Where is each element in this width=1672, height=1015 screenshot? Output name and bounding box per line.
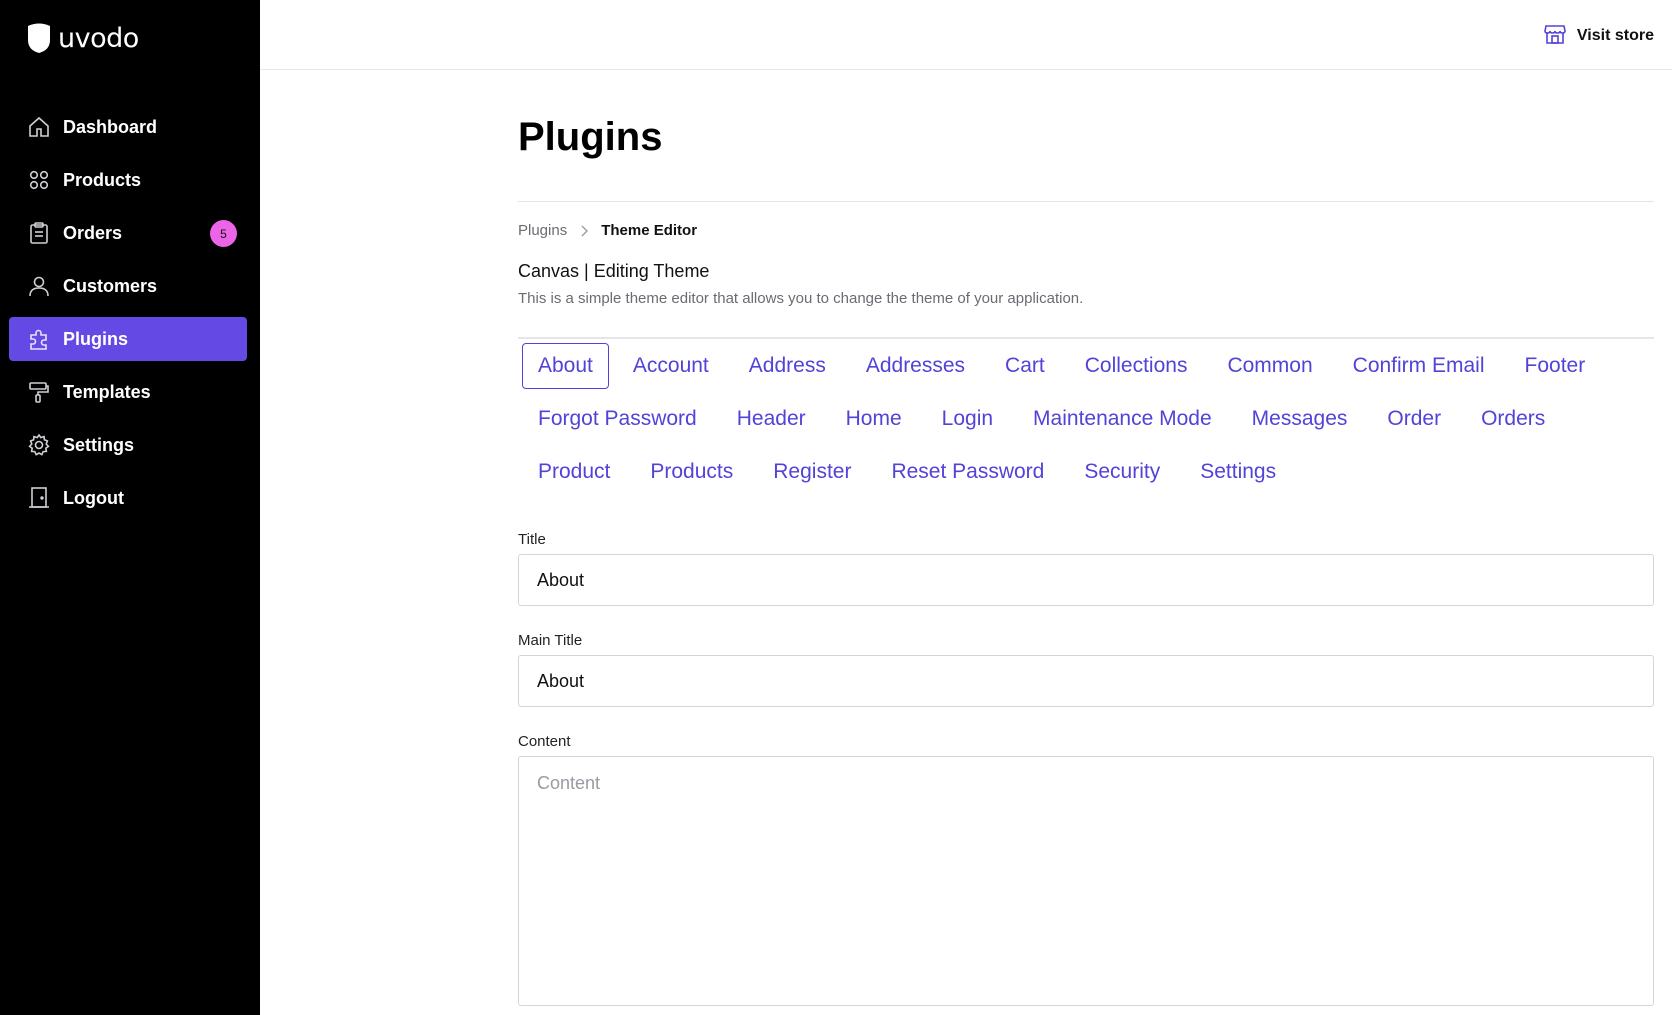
- sidebar-item-label: Logout: [63, 487, 124, 508]
- tab-account[interactable]: Account: [617, 343, 725, 389]
- topbar: Visit store: [260, 0, 1672, 70]
- tab-collections[interactable]: Collections: [1069, 343, 1204, 389]
- title-label: Title: [518, 531, 546, 548]
- content-textarea[interactable]: [518, 756, 1654, 1006]
- tab-home[interactable]: Home: [830, 396, 918, 442]
- tab-orders[interactable]: Orders: [1465, 396, 1561, 442]
- home-icon: [27, 115, 51, 139]
- sidebar-item-dashboard[interactable]: Dashboard: [9, 105, 247, 149]
- visit-store-link[interactable]: Visit store: [1543, 22, 1654, 50]
- sidebar-nav: Dashboard Products Orders 5 Customers Pl…: [9, 105, 247, 529]
- sidebar-item-label: Templates: [63, 381, 151, 402]
- paint-roller-icon: [27, 380, 51, 404]
- sidebar: uvodo Dashboard Products Orders 5 Custom…: [0, 0, 260, 1015]
- sidebar-item-plugins[interactable]: Plugins: [9, 317, 247, 361]
- breadcrumb-parent[interactable]: Plugins: [518, 222, 567, 239]
- tab-security[interactable]: Security: [1068, 449, 1176, 495]
- visit-store-label: Visit store: [1576, 27, 1654, 44]
- tab-product[interactable]: Product: [522, 449, 626, 495]
- sidebar-item-label: Customers: [63, 275, 158, 296]
- tabs-divider: [518, 337, 1654, 339]
- sidebar-item-label: Orders: [63, 222, 123, 243]
- sidebar-item-customers[interactable]: Customers: [9, 264, 247, 308]
- main-title-field-group: Main Title: [518, 632, 1654, 707]
- sidebar-item-orders[interactable]: Orders 5: [9, 211, 247, 255]
- clipboard-icon: [27, 221, 51, 245]
- tab-common[interactable]: Common: [1211, 343, 1328, 389]
- section-description: This is a simple theme editor that allow…: [518, 290, 1084, 307]
- logo-shield-icon: [28, 23, 50, 53]
- main-title-label: Main Title: [518, 632, 583, 649]
- brand-name: uvodo: [58, 22, 139, 54]
- tab-footer[interactable]: Footer: [1509, 343, 1602, 389]
- sidebar-item-label: Products: [63, 169, 142, 190]
- sidebar-item-templates[interactable]: Templates: [9, 370, 247, 414]
- content-field-group: Content: [518, 733, 1654, 1010]
- grid-icon: [27, 168, 51, 192]
- tab-messages[interactable]: Messages: [1236, 396, 1364, 442]
- tab-register[interactable]: Register: [757, 449, 867, 495]
- sidebar-item-products[interactable]: Products: [9, 158, 247, 202]
- title-input[interactable]: [518, 554, 1654, 606]
- tab-confirm-email[interactable]: Confirm Email: [1337, 343, 1501, 389]
- breadcrumb-current: Theme Editor: [601, 222, 698, 239]
- tab-about[interactable]: About: [522, 343, 609, 389]
- tab-forgot-password[interactable]: Forgot Password: [522, 396, 713, 442]
- main-title-input[interactable]: [518, 655, 1654, 707]
- title-divider: [518, 201, 1654, 202]
- sidebar-item-label: Plugins: [63, 328, 129, 349]
- theme-section-tabs: About Account Address Addresses Cart Collecti…: [518, 343, 1654, 502]
- section-title: Canvas | Editing Theme: [518, 261, 710, 281]
- tab-products[interactable]: Products: [634, 449, 749, 495]
- tab-order[interactable]: Order: [1371, 396, 1457, 442]
- tab-reset-password[interactable]: Reset Password: [875, 449, 1060, 495]
- puzzle-icon: [27, 327, 51, 351]
- breadcrumb: Plugins Theme Editor: [518, 222, 1654, 239]
- tab-maintenance-mode[interactable]: Maintenance Mode: [1017, 396, 1228, 442]
- content-label: Content: [518, 733, 571, 750]
- door-icon: [27, 486, 51, 510]
- title-field-group: Title: [518, 531, 1654, 606]
- sidebar-item-settings[interactable]: Settings: [9, 423, 247, 467]
- tab-login[interactable]: Login: [926, 396, 1009, 442]
- tab-cart[interactable]: Cart: [989, 343, 1061, 389]
- tab-settings[interactable]: Settings: [1184, 449, 1292, 495]
- page-title: Plugins: [518, 115, 663, 159]
- sidebar-item-label: Dashboard: [63, 116, 158, 137]
- tab-header[interactable]: Header: [721, 396, 822, 442]
- main-content: Plugins Plugins Theme Editor Canvas | Ed…: [518, 70, 1654, 1010]
- brand-logo[interactable]: uvodo: [26, 22, 139, 54]
- gear-icon: [27, 433, 51, 457]
- store-icon: [1543, 22, 1567, 50]
- orders-count-badge: 5: [210, 220, 237, 247]
- tab-address[interactable]: Address: [733, 343, 842, 389]
- tab-addresses[interactable]: Addresses: [850, 343, 981, 389]
- chevron-right-icon: [577, 224, 591, 238]
- sidebar-item-logout[interactable]: Logout: [9, 476, 247, 520]
- sidebar-item-label: Settings: [63, 434, 135, 455]
- user-icon: [27, 274, 51, 298]
